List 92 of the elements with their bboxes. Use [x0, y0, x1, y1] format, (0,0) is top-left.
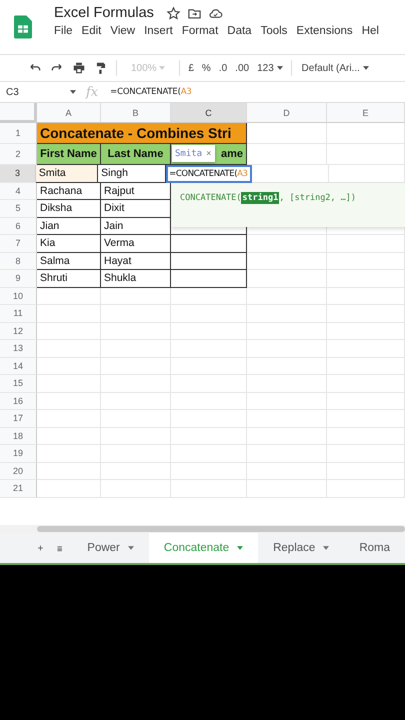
header-cell: Last Name [101, 144, 171, 165]
function-label: fx [86, 84, 98, 100]
close-button[interactable]: × [206, 148, 212, 158]
empty-cell [101, 288, 171, 305]
row-header[interactable]: 8 [0, 252, 37, 270]
column-header[interactable]: A [37, 103, 101, 123]
empty-cell [101, 392, 171, 410]
sheet-tab[interactable]: Roma [344, 533, 405, 563]
add-sheet-button[interactable] [38, 543, 43, 553]
row-header[interactable]: 6 [0, 218, 37, 235]
table-cell: Verma [101, 235, 171, 252]
caret-icon [362, 66, 369, 70]
empty-cell [101, 410, 171, 428]
caret-icon [276, 66, 283, 70]
row-header[interactable]: 4 [0, 182, 37, 200]
caret-icon [323, 546, 330, 550]
percent-button[interactable]: % [202, 62, 211, 74]
table-cell: Hayat [101, 252, 171, 270]
menu-item[interactable]: Tools [260, 25, 288, 37]
menu-item[interactable]: View [110, 25, 136, 37]
row-header[interactable]: 18 [0, 428, 37, 445]
row-header[interactable]: 7 [0, 235, 37, 252]
document-title[interactable]: Excel Formulas [54, 5, 154, 21]
column-header[interactable]: B [101, 103, 171, 123]
sheet-tab[interactable]: Replace [258, 533, 344, 563]
caret-icon [159, 66, 166, 70]
increase-decimal-button[interactable]: .00 [235, 62, 250, 74]
reference-tooltip: Smita × [172, 145, 215, 162]
font-dropdown[interactable]: Default (Ari... [300, 62, 369, 74]
menu-item[interactable]: Extensions [296, 25, 353, 37]
empty-cell [101, 305, 171, 322]
row-header[interactable]: 2 [0, 144, 37, 165]
cell-reference[interactable]: C3 [6, 86, 70, 98]
column-header[interactable]: D [247, 103, 327, 123]
header-cell: First Name [37, 144, 101, 165]
empty-cell [101, 340, 171, 358]
number-format-dropdown[interactable]: 123 [257, 62, 283, 74]
row-header[interactable]: 11 [0, 305, 37, 322]
empty-cell [101, 480, 171, 498]
row-header[interactable]: 10 [0, 288, 37, 305]
row-header[interactable]: 15 [0, 375, 37, 392]
row-header[interactable]: 16 [0, 392, 37, 410]
row-header[interactable]: 9 [0, 270, 37, 288]
formula-input[interactable]: =CONCATENATE(A3 [110, 87, 192, 97]
table-cell: Smita [36, 165, 98, 182]
row-header[interactable]: 17 [0, 410, 37, 428]
sheets-logo-icon[interactable] [14, 15, 32, 39]
row-header[interactable]: 21 [0, 480, 37, 498]
table-cell: Salma [37, 252, 101, 270]
currency-button[interactable]: £ [188, 62, 194, 74]
empty-cell [101, 322, 171, 340]
menu-item[interactable]: Data [227, 25, 252, 37]
table-cell: Shukla [101, 270, 171, 288]
print-icon[interactable] [72, 61, 86, 75]
table-cell: Jian [37, 218, 101, 235]
caret-icon[interactable] [70, 90, 76, 94]
empty-cell [101, 375, 171, 392]
menu-item[interactable]: Format [182, 25, 218, 37]
table-cell: Rachana [37, 182, 101, 200]
row-header[interactable]: 1 [0, 123, 37, 144]
row-header[interactable]: 13 [0, 340, 37, 358]
row-header[interactable]: 5 [0, 200, 37, 218]
menu-item[interactable]: Insert [144, 25, 173, 37]
empty-cell [101, 428, 171, 445]
caret-icon [128, 546, 134, 550]
paint-format-icon[interactable] [94, 61, 108, 75]
row-header[interactable]: 3 [0, 165, 36, 182]
menu-item[interactable]: File [54, 25, 73, 37]
table-cell: Shruti [37, 270, 101, 288]
column-header[interactable]: E [327, 103, 405, 123]
star-icon[interactable] [166, 6, 181, 20]
empty-cell [101, 462, 171, 480]
horizontal-scrollbar[interactable] [0, 525, 405, 533]
row-header[interactable]: 12 [0, 322, 37, 340]
row-header[interactable]: 19 [0, 445, 37, 462]
formula-suggestion[interactable]: CONCATENATE(string1, [string2, …]) [171, 183, 405, 227]
caret-icon [237, 546, 244, 550]
empty-cell [101, 358, 171, 375]
table-cell: Diksha [37, 200, 101, 218]
decrease-decimal-button[interactable]: .0 [218, 62, 228, 74]
menu-item[interactable]: Edit [82, 25, 102, 37]
empty-cell [101, 445, 171, 462]
menu-item[interactable]: Hel [362, 25, 379, 37]
sheet-tab[interactable]: Power [72, 533, 149, 563]
column-header[interactable]: C [171, 103, 247, 123]
scrollbar-thumb[interactable] [37, 526, 405, 532]
row-header[interactable]: 14 [0, 358, 37, 375]
sheet-tab[interactable]: Concatenate [148, 533, 258, 563]
table-cell: Kia [37, 235, 101, 252]
title-cell: Concatenate - Combines Stri [37, 123, 247, 144]
editing-cell[interactable]: =CONCATENATE(A3 [166, 165, 252, 182]
row-header[interactable]: 20 [0, 462, 37, 480]
